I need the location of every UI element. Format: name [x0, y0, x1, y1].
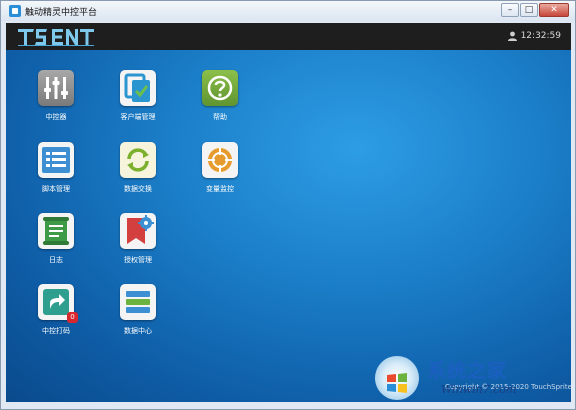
close-button[interactable]: ✕ [539, 3, 569, 17]
user-icon [507, 31, 517, 41]
tile-variable-monitor[interactable]: 变量监控 [190, 142, 250, 194]
window-controls: – □ ✕ [500, 3, 569, 17]
client-check-icon [120, 70, 156, 106]
clock: 12:32:59 [507, 31, 561, 41]
tile-script-management[interactable]: 脚本管理 [26, 142, 86, 194]
clock-time: 12:32:59 [520, 31, 561, 41]
tile-label: 数据交换 [124, 185, 152, 193]
watermark-url: Winwin7.com [441, 383, 517, 396]
tile-label: 授权管理 [124, 256, 152, 264]
tile-label: 客户端管理 [120, 113, 156, 121]
app-header: 12:32:59 [6, 23, 571, 50]
tile-help[interactable]: 帮助 [190, 70, 250, 122]
watermark-title: 系统之家 [427, 360, 508, 382]
minimize-button[interactable]: – [501, 3, 519, 17]
tile-label: 中控器 [45, 113, 67, 121]
scroll-icon [38, 213, 74, 249]
tile-label: 数据中心 [124, 327, 152, 335]
ts-ent-logo [18, 29, 94, 46]
refresh-icon [120, 142, 156, 178]
stack-icon [120, 284, 156, 320]
tile-client-management[interactable]: 客户端管理 [108, 70, 168, 122]
app-icon [9, 5, 21, 17]
tile-log[interactable]: 日志 [26, 213, 86, 265]
tile-code-entry[interactable]: 0 中控打码 [26, 284, 86, 336]
tile-label: 日志 [49, 256, 63, 264]
windows-logo [375, 356, 419, 400]
watermark: 系统之家 Winwin7.com [375, 350, 571, 404]
tile-controller[interactable]: 中控器 [26, 70, 86, 122]
share-icon: 0 [38, 284, 78, 323]
sliders-icon [38, 70, 74, 106]
crosshair-icon [202, 142, 238, 178]
help-icon [202, 70, 238, 106]
maximize-button[interactable]: □ [520, 3, 538, 17]
tile-label: 脚本管理 [42, 185, 70, 193]
tile-authorization-management[interactable]: 授权管理 [108, 213, 168, 265]
window-title: 触动精灵中控平台 [25, 8, 98, 18]
list-icon [38, 142, 74, 178]
tile-label: 帮助 [213, 113, 227, 121]
app-window: 触动精灵中控平台 – □ ✕ 12:32:59 中控器 客户端管理 帮助 脚本管… [0, 0, 576, 410]
tile-label: 变量监控 [206, 185, 234, 193]
tile-label: 中控打码 [42, 327, 70, 335]
tile-data-exchange[interactable]: 数据交换 [108, 142, 168, 194]
tile-data-center[interactable]: 数据中心 [108, 284, 168, 336]
bookmark-gear-icon [120, 213, 156, 249]
notification-badge: 0 [67, 312, 78, 323]
title-bar[interactable]: 触动精灵中控平台 – □ ✕ [1, 1, 575, 21]
